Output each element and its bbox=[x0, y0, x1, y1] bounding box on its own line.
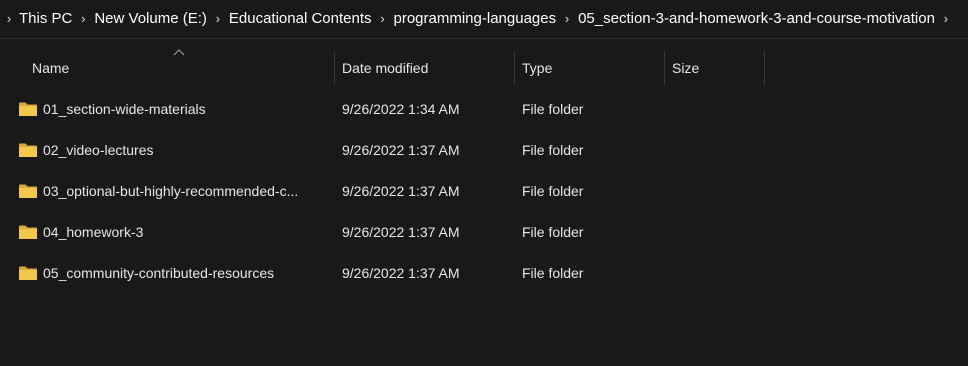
breadcrumb-item-current-folder[interactable]: 05_section-3-and-homework-3-and-course-m… bbox=[577, 10, 936, 27]
file-date-modified: 9/26/2022 1:37 AM bbox=[342, 142, 460, 158]
chevron-right-icon[interactable]: › bbox=[557, 11, 577, 26]
divider bbox=[0, 38, 968, 39]
column-header: Name Date modified Type Size bbox=[0, 50, 968, 84]
file-name: 04_homework-3 bbox=[43, 224, 144, 240]
breadcrumb-item-this-pc[interactable]: This PC bbox=[18, 10, 73, 27]
list-item[interactable]: 05_community-contributed-resources 9/26/… bbox=[0, 253, 968, 294]
file-type: File folder bbox=[522, 183, 584, 199]
file-date-modified: 9/26/2022 1:37 AM bbox=[342, 183, 460, 199]
file-date-modified: 9/26/2022 1:34 AM bbox=[342, 101, 460, 117]
file-type: File folder bbox=[522, 142, 584, 158]
file-type: File folder bbox=[522, 265, 584, 281]
breadcrumb-item-new-volume[interactable]: New Volume (E:) bbox=[93, 10, 208, 27]
file-name: 02_video-lectures bbox=[43, 142, 154, 158]
column-header-name[interactable]: Name bbox=[24, 50, 334, 84]
breadcrumb-item-programming-languages[interactable]: programming-languages bbox=[393, 10, 558, 27]
chevron-right-icon[interactable]: › bbox=[73, 11, 93, 26]
list-item[interactable]: 04_homework-3 9/26/2022 1:37 AM File fol… bbox=[0, 212, 968, 253]
file-date-modified: 9/26/2022 1:37 AM bbox=[342, 265, 460, 281]
breadcrumb-item-educational-contents[interactable]: Educational Contents bbox=[228, 10, 373, 27]
list-item[interactable]: 01_section-wide-materials 9/26/2022 1:34… bbox=[0, 89, 968, 130]
column-header-date-modified[interactable]: Date modified bbox=[334, 50, 514, 84]
folder-icon bbox=[19, 102, 37, 116]
folder-icon bbox=[19, 143, 37, 157]
chevron-right-icon[interactable]: › bbox=[373, 11, 393, 26]
column-resize-handle[interactable] bbox=[764, 52, 765, 84]
folder-icon bbox=[19, 225, 37, 239]
list-item[interactable]: 03_optional-but-highly-recommended-c... … bbox=[0, 171, 968, 212]
file-name: 05_community-contributed-resources bbox=[43, 265, 275, 281]
chevron-right-icon[interactable]: › bbox=[936, 11, 956, 26]
column-header-size[interactable]: Size bbox=[664, 50, 764, 84]
file-type: File folder bbox=[522, 224, 584, 240]
breadcrumb: › This PC › New Volume (E:) › Educationa… bbox=[0, 0, 968, 36]
list-item[interactable]: 02_video-lectures 9/26/2022 1:37 AM File… bbox=[0, 130, 968, 171]
file-name: 01_section-wide-materials bbox=[43, 101, 206, 117]
column-header-type[interactable]: Type bbox=[514, 50, 664, 84]
file-date-modified: 9/26/2022 1:37 AM bbox=[342, 224, 460, 240]
folder-icon bbox=[19, 184, 37, 198]
file-explorer-window: › This PC › New Volume (E:) › Educationa… bbox=[0, 0, 968, 366]
file-type: File folder bbox=[522, 101, 584, 117]
file-name: 03_optional-but-highly-recommended-c... bbox=[43, 183, 299, 199]
chevron-right-icon[interactable]: › bbox=[0, 11, 18, 26]
folder-icon bbox=[19, 266, 37, 280]
chevron-right-icon[interactable]: › bbox=[208, 11, 228, 26]
